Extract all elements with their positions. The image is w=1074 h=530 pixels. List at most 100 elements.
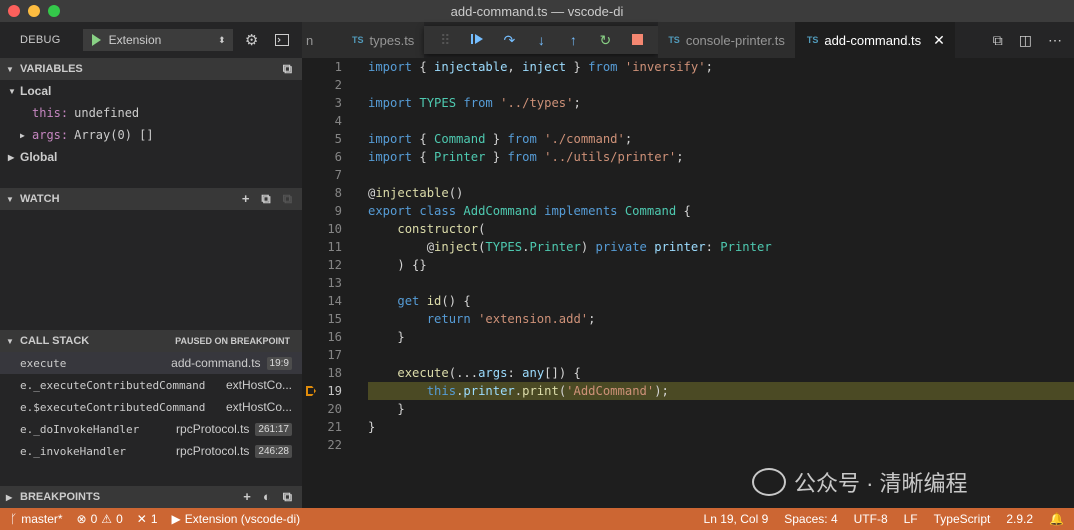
start-debugging-icon[interactable] — [91, 34, 101, 46]
code-text[interactable]: constructor( — [368, 220, 485, 238]
end-of-line[interactable]: LF — [904, 512, 918, 526]
variables-scope-global[interactable]: ▶ Global — [0, 146, 302, 168]
code-line[interactable]: 21} — [302, 418, 1074, 436]
split-editor-icon[interactable]: ◫ — [1019, 32, 1032, 49]
tools-indicator[interactable]: ✕ 1 — [137, 512, 158, 526]
code-line[interactable]: 16 } — [302, 328, 1074, 346]
step-into-icon[interactable]: ↓ — [532, 32, 550, 48]
stack-frame[interactable]: e.$executeContributedCommand extHostCo..… — [0, 396, 302, 418]
launch-config-select[interactable]: Extension ⬍ — [82, 29, 233, 51]
code-line[interactable]: 5 import { Command } from './command'; — [302, 130, 1074, 148]
stack-frame-function: execute — [20, 356, 67, 370]
git-branch[interactable]: ᚴ master* — [10, 512, 63, 526]
code-text[interactable]: import { Command } from './command'; — [368, 130, 632, 148]
launch-indicator[interactable]: ▶ Extension (vscode-di) — [172, 512, 301, 526]
code-line[interactable]: 1 import { injectable, inject } from 'inv… — [302, 58, 1074, 76]
code-line[interactable]: 3 import TYPES from '../types'; — [302, 94, 1074, 112]
variable-this[interactable]: this: undefined — [0, 102, 302, 124]
collapsed-triangle-icon: ▶ — [8, 152, 15, 162]
code-line[interactable]: 15 return 'extension.add'; — [302, 310, 1074, 328]
problems-indicator[interactable]: ⊗ 0 ⚠ 0 — [77, 512, 123, 526]
code-line-current[interactable]: 19 this.printer.print('AddCommand'); — [302, 382, 1074, 400]
stack-frame-function: e.$executeContributedCommand — [20, 400, 206, 414]
code-text[interactable]: ) {} — [368, 256, 426, 274]
tab-types[interactable]: TS types.ts — [342, 22, 425, 58]
code-line[interactable]: 7 — [302, 166, 1074, 184]
variable-args[interactable]: ▶ args: Array(0) [] — [0, 124, 302, 146]
typescript-version[interactable]: 2.9.2 — [1006, 512, 1033, 526]
code-line[interactable]: 22 — [302, 436, 1074, 454]
code-text[interactable]: return 'extension.add'; — [368, 310, 596, 328]
gear-icon[interactable]: ⚙ — [241, 29, 263, 51]
code-text[interactable]: this.printer.print('AddCommand'); — [368, 382, 669, 400]
collapse-all-icon[interactable]: ⧉ — [283, 61, 292, 77]
watch-header[interactable]: ▼ WATCH + ⧉ ⧉ — [0, 188, 302, 210]
tab-add-command[interactable]: TS add-command.ts ✕ — [794, 22, 955, 58]
code-line[interactable]: 4 — [302, 112, 1074, 130]
debug-console-icon[interactable] — [271, 29, 293, 51]
encoding[interactable]: UTF-8 — [854, 512, 888, 526]
code-line[interactable]: 13 — [302, 274, 1074, 292]
stack-frame[interactable]: e._executeContributedCommand extHostCo..… — [0, 374, 302, 396]
restart-icon[interactable]: ↻ — [596, 32, 614, 49]
zoom-window-button[interactable] — [48, 5, 60, 17]
code-text[interactable]: } — [368, 418, 375, 436]
language-mode[interactable]: TypeScript — [934, 512, 991, 526]
tools-icon: ✕ — [136, 512, 147, 526]
code-line[interactable]: 2 — [302, 76, 1074, 94]
call-stack-header[interactable]: ▼ CALL STACK PAUSED ON BREAKPOINT — [0, 330, 302, 352]
code-text[interactable]: @injectable() — [368, 184, 463, 202]
code-line[interactable]: 11 @inject(TYPES.Printer) private printe… — [302, 238, 1074, 256]
code-editor[interactable]: 1 import { injectable, inject } from 'inv… — [302, 58, 1074, 508]
code-line[interactable]: 9 export class AddCommand implements Comm… — [302, 202, 1074, 220]
minimize-window-button[interactable] — [28, 5, 40, 17]
bell-icon[interactable]: 🔔 — [1049, 512, 1064, 526]
add-function-breakpoint-icon[interactable]: + — [243, 489, 251, 505]
cursor-position[interactable]: Ln 19, Col 9 — [704, 512, 769, 526]
step-out-icon[interactable]: ↑ — [564, 32, 582, 48]
code-line[interactable]: 8 @injectable() — [302, 184, 1074, 202]
indentation[interactable]: Spaces: 4 — [784, 512, 837, 526]
open-changes-icon[interactable]: ⧉ — [993, 32, 1003, 49]
stack-frame[interactable]: e._doInvokeHandler rpcProtocol.ts 261:17 — [0, 418, 302, 440]
code-line[interactable]: 10 constructor( — [302, 220, 1074, 238]
code-line[interactable]: 14 get id() { — [302, 292, 1074, 310]
close-icon[interactable]: ✕ — [933, 32, 945, 49]
typescript-file-icon: TS — [352, 35, 364, 45]
code-line[interactable]: 12 ) {} — [302, 256, 1074, 274]
code-line[interactable]: 6 import { Printer } from '../utils/print… — [302, 148, 1074, 166]
code-text[interactable]: } — [368, 328, 404, 346]
close-window-button[interactable] — [8, 5, 20, 17]
drag-handle-icon[interactable]: ⠿ — [436, 32, 454, 49]
code-text[interactable]: get id() { — [368, 292, 470, 310]
toggle-breakpoints-icon[interactable]: ◐ — [263, 489, 271, 505]
code-line[interactable]: 18 execute(...args: any[]) { — [302, 364, 1074, 382]
code-text[interactable]: import TYPES from '../types'; — [368, 94, 581, 112]
code-text[interactable]: } — [368, 400, 404, 418]
add-expression-icon[interactable]: + — [242, 191, 250, 207]
tab-console-printer[interactable]: TS console-printer.ts — [658, 22, 795, 58]
tab-partial[interactable]: n — [302, 22, 342, 58]
code-text[interactable]: import { Printer } from '../utils/printe… — [368, 148, 684, 166]
code-line[interactable]: 20 } — [302, 400, 1074, 418]
stack-frame-file: extHostCo... — [225, 400, 292, 414]
variables-header[interactable]: ▼ VARIABLES ⧉ — [0, 58, 302, 80]
stack-frame[interactable]: e._invokeHandler rpcProtocol.ts 246:28 — [0, 440, 302, 462]
code-text[interactable]: execute(...args: any[]) { — [368, 364, 580, 382]
stop-icon[interactable] — [628, 32, 646, 48]
more-actions-icon[interactable]: ⋯ — [1048, 32, 1062, 49]
code-text[interactable]: import { injectable, inject } from 'inve… — [368, 58, 713, 76]
variables-scope-local[interactable]: ▼ Local — [0, 80, 302, 102]
code-text[interactable]: @inject(TYPES.Printer) private printer: … — [368, 238, 772, 256]
remove-all-icon[interactable]: ⧉ — [283, 191, 292, 207]
continue-icon[interactable] — [468, 32, 486, 48]
watch-title: WATCH — [20, 193, 60, 205]
typescript-file-icon: TS — [668, 35, 680, 45]
code-text[interactable]: export class AddCommand implements Comma… — [368, 202, 691, 220]
stack-frame[interactable]: execute add-command.ts 19:9 — [0, 352, 302, 374]
code-line[interactable]: 17 — [302, 346, 1074, 364]
remove-all-breakpoints-icon[interactable]: ⧉ — [283, 489, 292, 505]
collapse-all-icon[interactable]: ⧉ — [261, 191, 270, 207]
step-over-icon[interactable]: ↷ — [500, 32, 518, 49]
breakpoints-header[interactable]: ▶ BREAKPOINTS + ◐ ⧉ — [0, 486, 302, 508]
